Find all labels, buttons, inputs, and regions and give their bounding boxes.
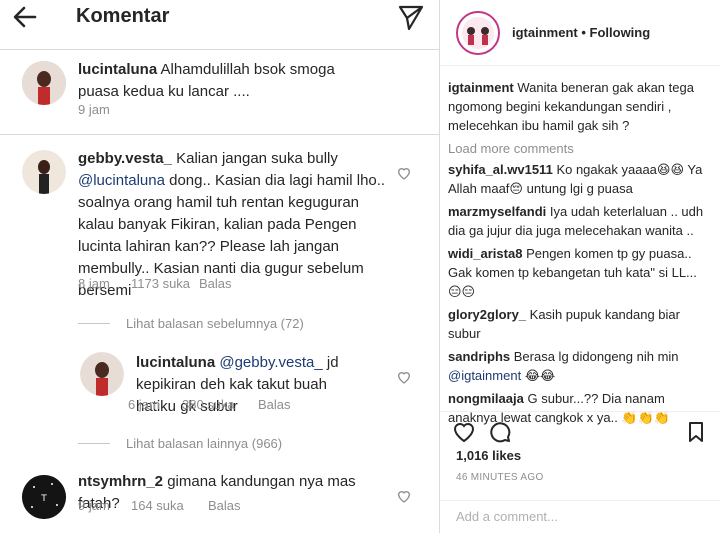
reply-item: lucintaluna @gebby.vesta_ jd kepikiran d… [0,350,439,420]
like-heart-icon[interactable] [396,488,412,504]
page-title: Komentar [76,5,170,27]
account-name[interactable]: igtainment [512,25,578,40]
avatar[interactable]: T [22,475,66,519]
like-heart-icon[interactable] [396,165,412,181]
reply-button[interactable]: Balas [258,397,291,412]
post-caption: igtainment Wanita beneran gak akan tega … [448,80,694,133]
view-more-replies[interactable]: Lihat balasan lainnya (966) [78,436,282,451]
comment-time: 6 jam [128,397,160,412]
comment-text: Kalian jangan suka bully [176,150,338,167]
like-heart-icon[interactable] [396,369,412,385]
load-more-comments[interactable]: Load more comments [448,139,710,158]
heart-icon[interactable] [452,420,476,444]
list-item: syhifa_al.wv1511 Ko ngakak yaaaa😆😆 Ya Al… [448,162,703,196]
reply-button[interactable]: Balas [199,276,232,291]
header-divider [0,49,439,50]
comment-username[interactable]: gebby.vesta_ [78,150,172,167]
comment-time: 8 jam [78,276,110,291]
comment-item: lucintaluna Alhamdulillah bsok smoga pua… [0,55,439,130]
reply-button[interactable]: Balas [208,498,241,513]
comment-username[interactable]: lucintaluna [136,354,215,371]
avatar[interactable] [80,352,124,396]
post-panel: igtainment • Following igtainment Wanita… [440,0,720,533]
comment-divider [0,134,439,135]
comment-time: 9 jam [78,102,110,117]
send-icon[interactable] [397,3,425,31]
list-item: widi_arista8 Pengen komen tp gy puasa.. … [448,246,697,299]
post-header: igtainment • Following [440,0,720,66]
comments-header: Komentar [0,0,439,33]
likes-count[interactable]: 1,016 likes [456,448,521,463]
post-comments: igtainment Wanita beneran gak akan tega … [448,78,710,431]
comment-likes[interactable]: 1173 suka [131,276,199,291]
replies-line [78,443,110,444]
comment-time: 9 jam [78,498,110,513]
comment-icon[interactable] [488,420,512,444]
avatar[interactable] [22,61,66,105]
list-item: glory2glory_ Kasih pupuk kandang biar su… [448,307,680,341]
comment-item: T ntsymhrn_2 gimana kandungan nya mas fa… [0,465,439,533]
mention-link[interactable]: @lucintaluna [78,172,165,189]
post-actions [440,411,720,447]
post-timestamp: 46 MINUTES AGO [456,472,544,483]
comment-likes[interactable]: 164 suka [131,498,208,513]
account-avatar[interactable] [456,10,500,55]
comment-item: gebby.vesta_ Kalian jangan suka bully @l… [0,146,439,299]
back-arrow-icon[interactable] [12,4,38,30]
list-item: sandriphs Berasa lg didongeng nih min @i… [448,349,679,383]
comment-likes[interactable]: 380 suka [182,397,258,412]
comments-panel: Komentar lucintaluna Alhamdulillah bsok … [0,0,440,533]
replies-line [78,323,110,324]
view-previous-replies[interactable]: Lihat balasan sebelumnya (72) [78,316,304,331]
list-item: marzmyselfandi Iya udah keterlaluan .. u… [448,204,704,238]
avatar[interactable] [22,150,66,194]
follow-status[interactable]: • Following [581,25,650,40]
bookmark-icon[interactable] [684,420,708,444]
comment-username[interactable]: ntsymhrn_2 [78,473,163,490]
svg-text:T: T [40,494,47,504]
comment-username[interactable]: lucintaluna [78,61,157,78]
mention-link[interactable]: @gebby.vesta_ [219,354,322,371]
add-comment-input[interactable]: Add a comment... [440,500,720,533]
